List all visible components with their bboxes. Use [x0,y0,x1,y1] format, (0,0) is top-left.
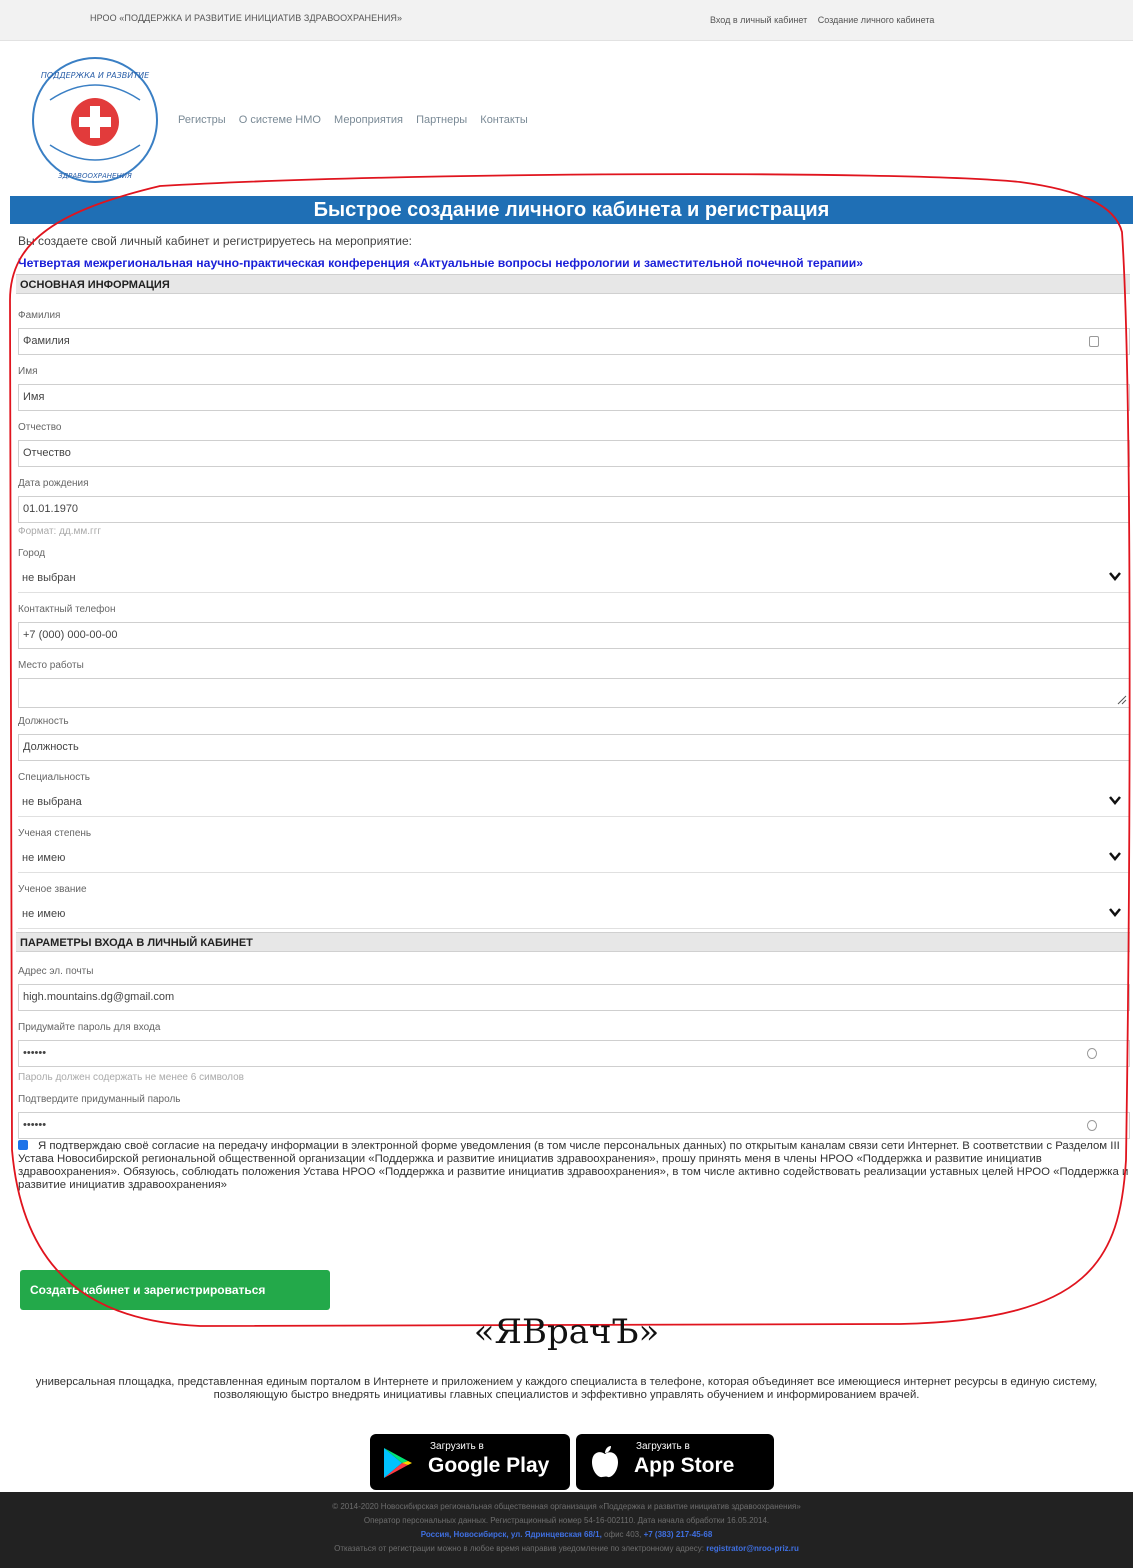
patronymic-field[interactable]: Отчество [18,440,1130,467]
academic-title-value: не имею [22,908,66,920]
degree-label: Ученая степень [18,828,92,839]
birthdate-field[interactable]: 01.01.1970 [18,496,1130,523]
phone-field[interactable]: +7 (000) 000-00-00 [18,622,1130,649]
email-value: high.mountains.dg@gmail.com [23,991,175,1003]
consent-text: Я подтверждаю своё согласие на передачу … [18,1140,1129,1191]
section-header-login: ПАРАМЕТРЫ ВХОДА В ЛИЧНЫЙ КАБИНЕТ [16,932,1130,952]
top-links: Вход в личный кабинет Создание личного к… [710,15,942,25]
intro-text: Вы создаете свой личный кабинет и регист… [18,234,413,248]
specialty-select[interactable]: не выбрана [18,790,1130,817]
footer-unsubscribe: Отказаться от регистрации можно в любое … [0,1542,1133,1556]
position-label: Должность [18,716,69,727]
app-store-small: Загрузить в [636,1441,690,1452]
apple-icon [592,1446,618,1478]
footer-unsubscribe-text: Отказаться от регистрации можно в любое … [334,1544,707,1553]
birthdate-hint: Формат: дд.мм.ггг [18,526,101,537]
surname-field[interactable]: Фамилия [18,328,1130,355]
google-play-badge[interactable]: Загрузить в Google Play [370,1434,570,1490]
degree-select[interactable]: не имею [18,846,1130,873]
create-account-link[interactable]: Создание личного кабинета [818,15,935,25]
academic-title-select[interactable]: не имею [18,902,1130,929]
brand-description: универсальная площадка, представленная е… [35,1376,1098,1401]
name-field[interactable]: Имя [18,384,1130,411]
chevron-down-icon[interactable] [1108,793,1122,807]
app-store-badge[interactable]: Загрузить в App Store [576,1434,774,1490]
city-value: не выбран [22,572,76,584]
footer-phone[interactable]: +7 (383) 217-45-68 [644,1530,713,1539]
footer-office: офис 403, [601,1530,644,1539]
consent-checkbox[interactable] [18,1140,28,1150]
name-label: Имя [18,366,38,377]
degree-value: не имею [22,852,66,864]
confirm-password-field[interactable]: •••••• [18,1112,1130,1139]
surname-placeholder: Фамилия [23,335,70,347]
chevron-down-icon[interactable] [1108,849,1122,863]
consent-block: Я подтверждаю своё согласие на передачу … [18,1140,1130,1192]
city-select[interactable]: не выбран [18,566,1130,593]
workplace-label: Место работы [18,660,84,671]
main-nav: Регистры О системе НМО Мероприятия Партн… [178,114,538,126]
birthdate-value: 01.01.1970 [23,503,79,515]
confirm-password-value: •••••• [23,1119,47,1131]
autofill-icon[interactable] [1089,336,1099,347]
specialty-value: не выбрана [22,796,82,808]
password-label: Придумайте пароль для входа [18,1022,161,1033]
google-play-icon [384,1448,412,1478]
surname-label: Фамилия [18,310,61,321]
patronymic-label: Отчество [18,422,62,433]
chevron-down-icon[interactable] [1108,569,1122,583]
position-field[interactable]: Должность [18,734,1130,761]
password-field[interactable]: •••••• [18,1040,1130,1067]
footer-address[interactable]: Россия, Новосибирск, ул. Ядринцевская 68… [421,1530,602,1539]
footer-copyright: © 2014-2020 Новосибирская региональная о… [332,1502,801,1511]
footer-contacts: Россия, Новосибирск, ул. Ядринцевская 68… [0,1528,1133,1542]
specialty-label: Специальность [18,772,90,783]
event-title-link[interactable]: Четвертая межрегиональная научно-практич… [18,256,1130,270]
brand-name: «ЯВрачЪ» [473,1312,660,1352]
footer-operator: Оператор персональных данных. Регистраци… [363,1516,770,1525]
org-name: НРОО «ПОДДЕРЖКА И РАЗВИТИЕ ИНИЦИАТИВ ЗДР… [90,13,403,23]
footer-email-link[interactable]: registrator@nroo-priz.ru [706,1544,799,1553]
academic-title-label: Ученое звание [18,884,87,895]
email-label: Адрес эл. почты [18,966,94,977]
org-logo[interactable]: ПОДДЕРЖКА И РАЗВИТИЕ ЗДРАВООХРАНЕНИЯ [20,50,170,190]
key-icon[interactable] [1087,1048,1097,1059]
password-value: •••••• [23,1047,47,1059]
key-icon[interactable] [1087,1120,1097,1131]
nav-registries[interactable]: Регистры [178,114,226,126]
birthdate-label: Дата рождения [18,478,89,489]
email-field[interactable]: high.mountains.dg@gmail.com [18,984,1130,1011]
resize-handle-icon[interactable] [1117,695,1127,705]
svg-text:ПОДДЕРЖКА И РАЗВИТИЕ: ПОДДЕРЖКА И РАЗВИТИЕ [41,71,150,80]
nav-partners[interactable]: Партнеры [416,114,467,126]
svg-text:ЗДРАВООХРАНЕНИЯ: ЗДРАВООХРАНЕНИЯ [58,172,132,180]
top-bar: НРОО «ПОДДЕРЖКА И РАЗВИТИЕ ИНИЦИАТИВ ЗДР… [0,0,1133,41]
chevron-down-icon[interactable] [1108,905,1122,919]
name-placeholder: Имя [23,391,45,403]
phone-label: Контактный телефон [18,604,116,615]
footer: © 2014-2020 Новосибирская региональная о… [0,1492,1133,1568]
nav-contacts[interactable]: Контакты [480,114,528,126]
google-play-small: Загрузить в [430,1441,484,1452]
login-link[interactable]: Вход в личный кабинет [710,15,807,25]
page-title: Быстрое создание личного кабинета и реги… [10,196,1133,224]
google-play-big: Google Play [428,1454,550,1477]
position-placeholder: Должность [23,741,79,753]
app-store-big: App Store [634,1454,735,1477]
confirm-password-label: Подтвердите придуманный пароль [18,1094,181,1105]
city-label: Город [18,548,46,559]
submit-button[interactable]: Создать кабинет и зарегистрироваться [20,1270,330,1310]
nav-nmo[interactable]: О системе НМО [239,114,321,126]
workplace-textarea[interactable] [18,678,1130,708]
phone-placeholder: +7 (000) 000-00-00 [23,629,118,641]
nav-events[interactable]: Мероприятия [334,114,403,126]
section-header-main: ОСНОВНАЯ ИНФОРМАЦИЯ [16,274,1130,294]
password-hint: Пароль должен содержать не менее 6 симво… [18,1072,244,1083]
patronymic-placeholder: Отчество [23,447,71,459]
